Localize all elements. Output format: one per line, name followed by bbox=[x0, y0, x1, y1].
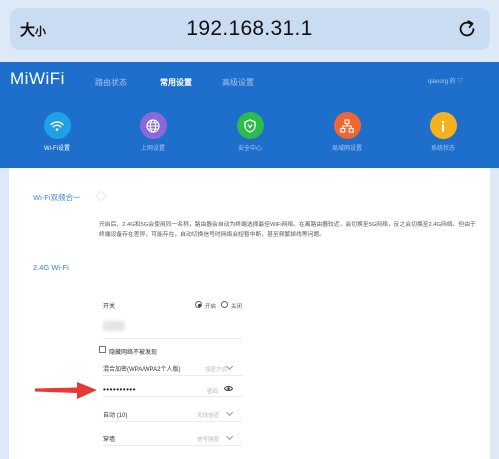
info-icon bbox=[429, 112, 457, 139]
globe-icon bbox=[139, 112, 167, 139]
browser-toolbar: 大小 192.168.31.1 bbox=[0, 0, 499, 62]
encryption-underline bbox=[103, 375, 243, 376]
signal-strength-underline bbox=[103, 445, 243, 446]
signal-strength-hint: 信号强度 bbox=[197, 437, 220, 443]
switch-off-label: 关闭 bbox=[231, 304, 243, 310]
network-icon bbox=[333, 112, 361, 139]
tile-lan-settings[interactable]: 局域网设置 bbox=[317, 112, 377, 152]
tile-label: 安全中心 bbox=[237, 146, 262, 152]
tile-label: 上网设置 bbox=[140, 146, 165, 152]
switch-off-radio[interactable] bbox=[221, 301, 228, 308]
encryption-select[interactable]: 混合加密(WPA/WPA2个人版) bbox=[103, 364, 180, 373]
tile-label: Wi-Fi设置 bbox=[44, 146, 70, 152]
tile-system-status[interactable]: 系统状态 bbox=[413, 112, 473, 152]
password-hint: 密码 bbox=[207, 389, 219, 395]
channel-underline bbox=[103, 421, 243, 422]
tile-security-center[interactable]: 安全中心 bbox=[220, 112, 280, 152]
switch-on-label: 开启 bbox=[205, 304, 217, 310]
chevron-down-icon[interactable] bbox=[225, 432, 234, 441]
section-title-band-steering: Wi-Fi双频合一 bbox=[33, 193, 81, 202]
miwifi-logo: MiWiFi bbox=[10, 69, 65, 88]
wifi-icon bbox=[43, 112, 71, 139]
url-text[interactable]: 192.168.31.1 bbox=[0, 17, 499, 41]
tile-internet-settings[interactable]: 上网设置 bbox=[123, 112, 183, 152]
chevron-down-icon[interactable] bbox=[225, 408, 234, 417]
password-field[interactable]: •••••••••• bbox=[103, 385, 136, 394]
reload-icon[interactable] bbox=[456, 18, 478, 40]
user-menu[interactable]: qiaoorg 的 ▽ bbox=[428, 76, 463, 85]
band-steering-toggle[interactable] bbox=[95, 190, 107, 202]
encryption-hint: 加密方式 bbox=[205, 367, 228, 373]
channel-select[interactable]: 自动 (10) bbox=[103, 410, 127, 419]
band-steering-description: 开启后，2.4G和5G会使用同一名称，路由器会自动为终端选择最佳WiFi网络。在… bbox=[99, 222, 476, 238]
nav-common-settings[interactable]: 常用设置 bbox=[160, 77, 192, 88]
hide-network-checkbox[interactable] bbox=[99, 346, 106, 353]
nav-router-status[interactable]: 路由状态 bbox=[95, 77, 127, 88]
settings-card: Wi-Fi双频合一 开启后，2.4G和5G会使用同一名称，路由器会自动为终端选择… bbox=[9, 168, 490, 459]
shield-icon bbox=[236, 112, 264, 139]
eye-icon[interactable] bbox=[224, 385, 233, 392]
annotation-arrow-icon bbox=[35, 382, 97, 399]
switch-on-radio[interactable] bbox=[195, 301, 202, 308]
password-underline bbox=[103, 396, 243, 397]
hide-network-label: 隐藏网络不被发现 bbox=[109, 350, 158, 356]
tile-wifi-settings[interactable]: Wi-Fi设置 bbox=[27, 112, 87, 152]
chevron-down-icon[interactable] bbox=[225, 362, 234, 371]
signal-strength-select[interactable]: 穿墙 bbox=[103, 434, 115, 443]
nav-advanced-settings[interactable]: 高级设置 bbox=[222, 77, 254, 88]
tile-label: 系统状态 bbox=[430, 146, 455, 152]
channel-hint: 无线信道 bbox=[197, 413, 220, 419]
ssid-underline bbox=[103, 338, 243, 339]
tile-label: 局域网设置 bbox=[331, 146, 362, 152]
router-header: MiWiFi 路由状态 常用设置 高级设置 qiaoorg 的 ▽ Wi-Fi设… bbox=[0, 62, 499, 168]
switch-label: 开关 bbox=[103, 304, 116, 310]
section-title-2g-wifi: 2.4G Wi-Fi bbox=[33, 263, 69, 272]
ssid-field[interactable] bbox=[103, 321, 125, 331]
